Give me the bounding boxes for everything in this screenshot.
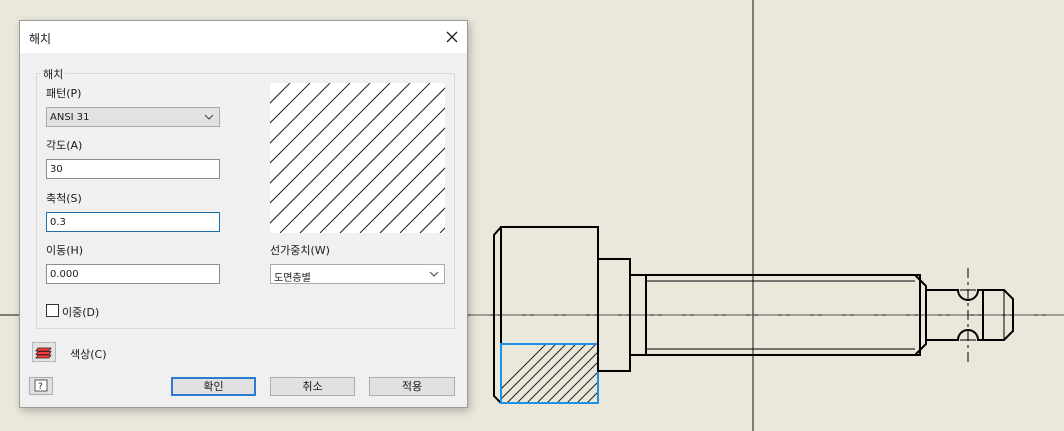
hatch-dialog: 해치 해치 패턴(P) ANSI 31 각도(A) 30 축척(S) 0.3 이… [19,20,468,408]
apply-button[interactable]: 적용 [369,377,455,396]
lineweight-label: 선가중치(W) [270,244,330,257]
lineweight-select[interactable]: 도면층별 [270,264,445,284]
color-label: 색상(C) [70,348,107,361]
ok-button[interactable]: 확인 [171,377,256,396]
pattern-value: ANSI 31 [50,112,90,123]
offset-label: 이동(H) [46,244,84,257]
pattern-select[interactable]: ANSI 31 [46,107,220,127]
chevron-down-icon [204,114,214,120]
cancel-button[interactable]: 취소 [270,377,355,396]
pattern-label: 패턴(P) [46,87,82,100]
hatch-preview [270,83,445,233]
chevron-down-icon [429,271,439,277]
close-icon[interactable] [440,25,464,49]
lineweight-value: 도면층별 [274,273,311,284]
double-checkbox[interactable] [46,304,59,317]
help-icon[interactable]: ? [29,377,53,395]
offset-input[interactable]: 0.000 [46,264,220,284]
group-label: 해치 [41,66,66,82]
angle-label: 각도(A) [46,139,83,152]
dialog-title: 해치 [29,32,52,46]
dialog-titlebar[interactable]: 해치 [20,21,467,53]
scale-label: 축척(S) [46,192,82,205]
angle-input[interactable]: 30 [46,159,220,179]
svg-text:?: ? [38,382,43,392]
scale-input[interactable]: 0.3 [46,212,220,232]
double-label: 이중(D) [62,306,100,319]
color-layers-icon[interactable] [32,342,56,362]
